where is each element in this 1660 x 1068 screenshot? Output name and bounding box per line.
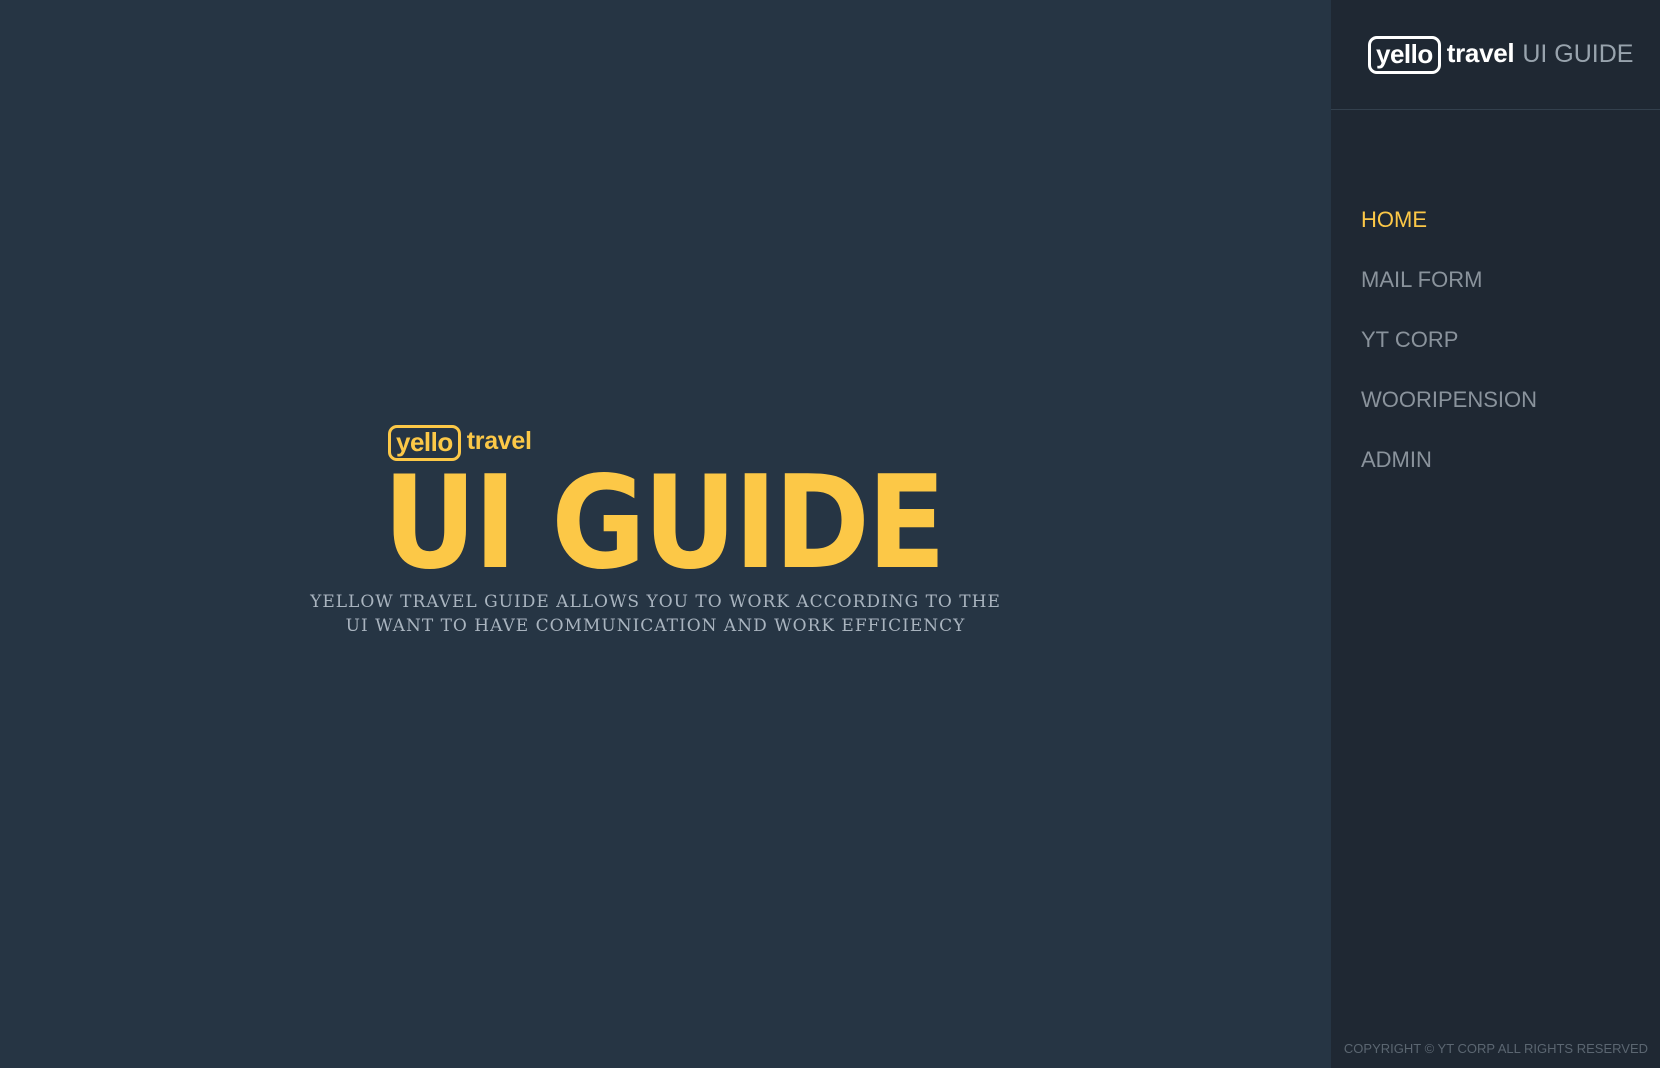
hero-title: UI GUIDE (383, 449, 946, 598)
hero-description-line-2: UI WANT TO HAVE COMMUNICATION AND WORK E… (345, 616, 966, 636)
nav-item-wooripension[interactable]: WOORIPENSION (1361, 370, 1537, 430)
nav-item-mail-form[interactable]: MAIL FORM (1361, 250, 1537, 310)
main-content: yello travel UI GUIDE YELLOW TRAVEL GUID… (0, 0, 1331, 1068)
sidebar-nav: HOME MAIL FORM YT CORP WOORIPENSION ADMI… (1361, 190, 1537, 490)
copyright-text: COPYRIGHT © YT CORP ALL RIGHTS RESERVED (1343, 1041, 1648, 1056)
page: yello travel UI GUIDE YELLOW TRAVEL GUID… (0, 0, 1660, 1068)
hero-description-line-1: YELLOW TRAVEL GUIDE ALLOWS YOU TO WORK A… (310, 592, 1001, 612)
nav-item-home[interactable]: HOME (1361, 190, 1537, 250)
sidebar-header: yello travel UI GUIDE (1331, 0, 1660, 110)
nav-item-admin[interactable]: ADMIN (1361, 430, 1537, 490)
brand-logo-link[interactable]: yello travel UI GUIDE (1368, 36, 1633, 74)
nav-item-yt-corp[interactable]: YT CORP (1361, 310, 1537, 370)
brand-logo-word: travel (1446, 38, 1515, 68)
brand-logo-suffix: UI GUIDE (1522, 40, 1634, 68)
brand-logo-box: yello (1368, 36, 1441, 74)
hero-description: YELLOW TRAVEL GUIDE ALLOWS YOU TO WORK A… (0, 590, 1311, 638)
sidebar: yello travel UI GUIDE HOME MAIL FORM YT … (1331, 0, 1660, 1068)
